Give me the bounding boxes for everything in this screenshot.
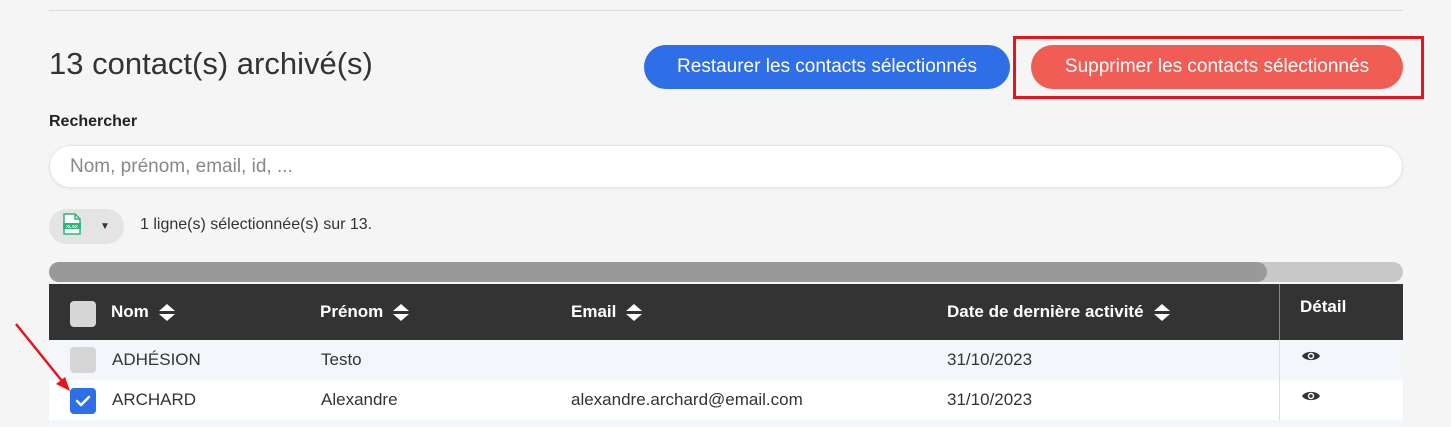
annotation-arrow-icon <box>15 323 70 391</box>
cell-date: 31/10/2023 <box>947 350 1033 369</box>
eye-icon[interactable] <box>1301 349 1321 368</box>
cell-date: 31/10/2023 <box>947 390 1033 409</box>
cell-divider <box>1279 380 1280 420</box>
sort-icon <box>1153 303 1170 321</box>
table-row <box>49 420 1403 427</box>
scrollbar-thumb[interactable] <box>49 262 1267 282</box>
top-divider <box>49 10 1403 11</box>
sort-icon <box>158 303 175 321</box>
selection-count: 1 ligne(s) sélectionnée(s) sur 13. <box>140 216 373 233</box>
cell-email: alexandre.archard@email.com <box>571 390 803 409</box>
eye-icon[interactable] <box>1301 389 1321 408</box>
horizontal-scrollbar[interactable] <box>49 262 1403 282</box>
search-input[interactable] <box>49 145 1403 188</box>
cell-divider <box>1279 340 1280 380</box>
table-row[interactable]: ARCHARD Alexandre alexandre.archard@emai… <box>49 380 1403 420</box>
cell-nom: ADHÉSION <box>112 350 201 369</box>
column-header-detail: Détail <box>1300 297 1347 316</box>
sort-icon <box>393 303 410 321</box>
cell-prenom: Alexandre <box>321 390 398 409</box>
annotation-highlight-box <box>1013 36 1424 99</box>
sort-icon <box>626 303 643 321</box>
restore-selected-button[interactable]: Restaurer les contacts sélectionnés <box>644 45 1010 89</box>
table-header: Nom Prénom Email Date de dernière activi… <box>49 284 1403 340</box>
column-header-date[interactable]: Date de dernière activité <box>947 284 1170 340</box>
table-row[interactable]: ADHÉSION Testo 31/10/2023 <box>49 340 1403 380</box>
column-header-nom[interactable]: Nom <box>111 284 175 340</box>
header-divider <box>1279 284 1280 340</box>
column-header-prenom[interactable]: Prénom <box>320 284 410 340</box>
cell-prenom: Testo <box>321 350 362 369</box>
column-header-email[interactable]: Email <box>571 284 643 340</box>
cell-nom: ARCHARD <box>112 390 197 409</box>
